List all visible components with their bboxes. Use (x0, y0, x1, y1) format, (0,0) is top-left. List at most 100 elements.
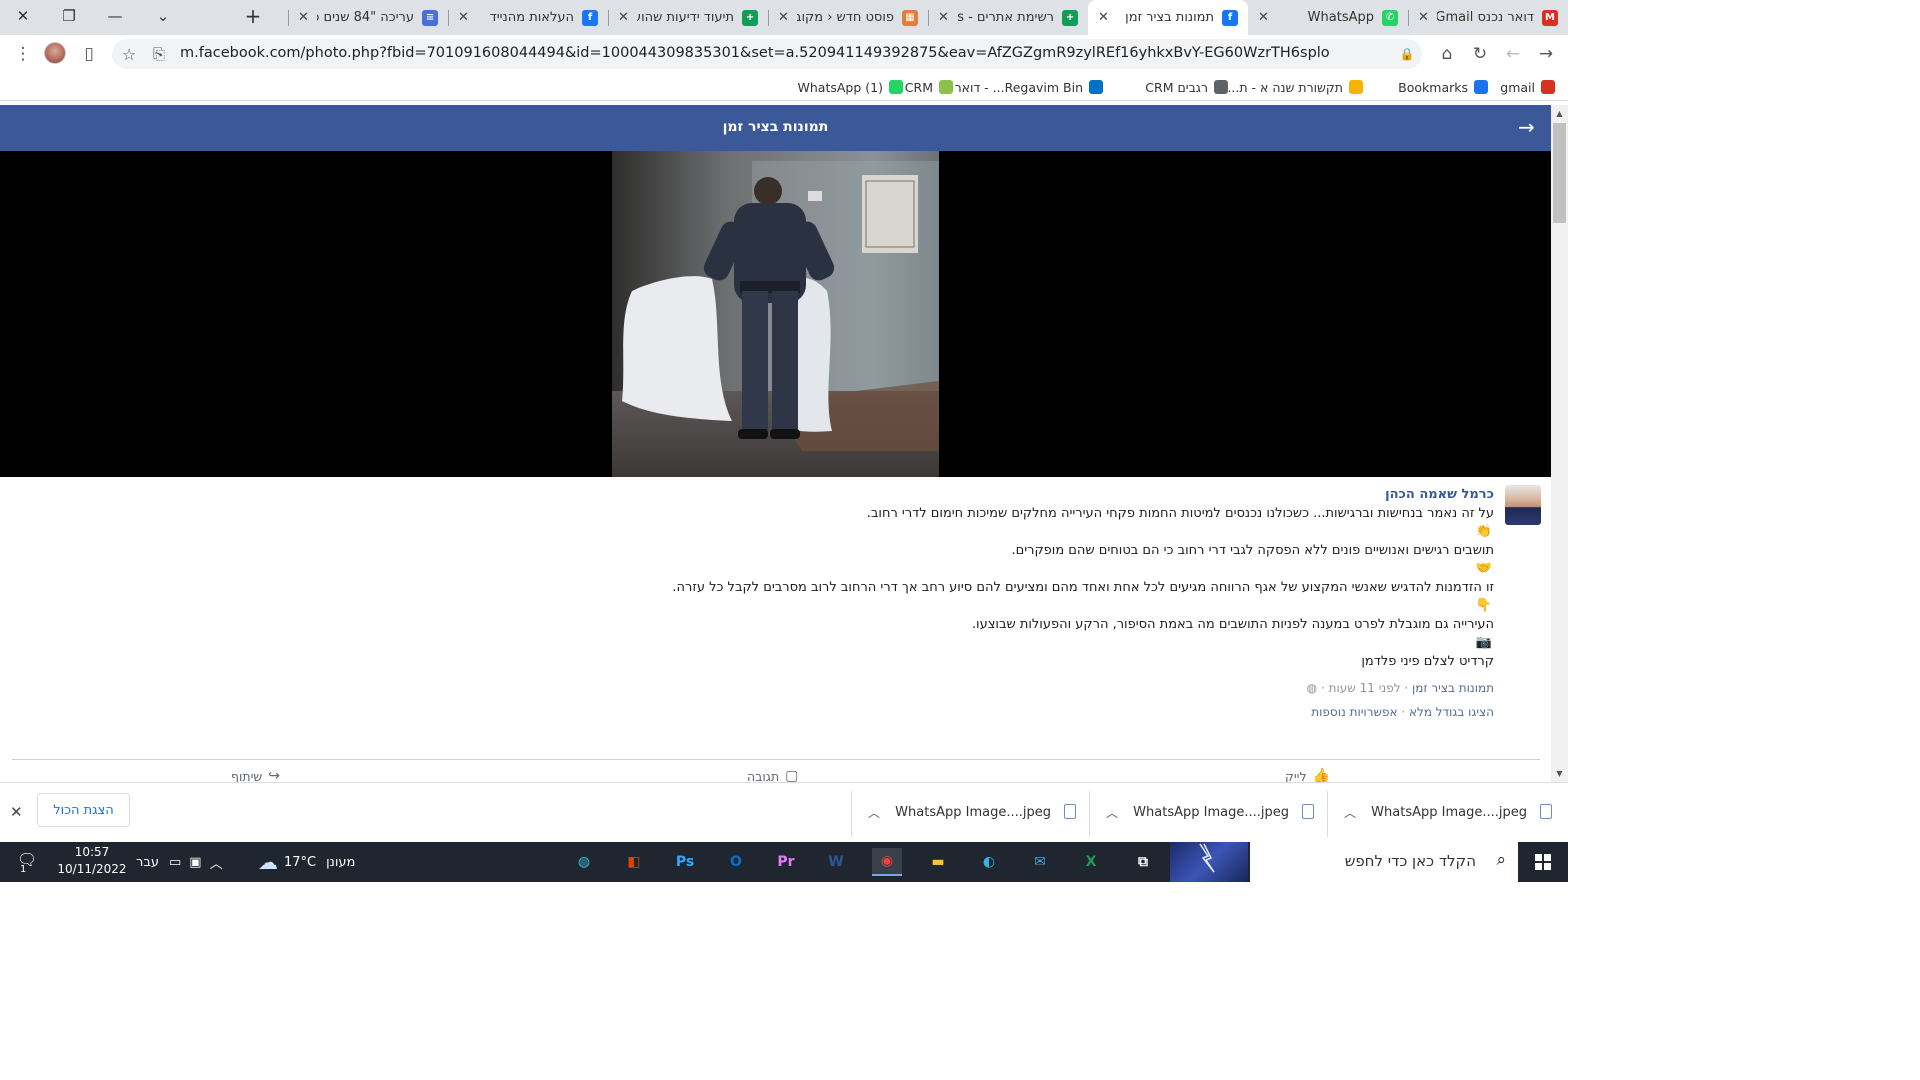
photo-illustration (612, 151, 939, 477)
bookmark-item[interactable]: תקשורת שנה א - ת... (1227, 78, 1363, 96)
scroll-up-icon[interactable]: ▲ (1551, 105, 1568, 122)
chevron-up-icon[interactable]: ︿ (868, 804, 880, 821)
forward-icon[interactable]: ← (1498, 39, 1528, 69)
outlook-app-icon[interactable]: O (721, 848, 751, 876)
close-tab-icon[interactable]: ✕ (1098, 10, 1109, 25)
post-time[interactable]: לפני 11 שעות (1329, 681, 1401, 695)
show-all-downloads-button[interactable]: הצגת הכול (37, 793, 130, 827)
tab-search-icon[interactable]: ⌄ (140, 0, 186, 32)
lock-icon[interactable]: 🔒 (1392, 39, 1422, 69)
browser-tab[interactable]: f העלאות מהנייד ✕ (448, 0, 608, 35)
globe-app-app-icon[interactable]: ◍ (569, 848, 599, 876)
close-window-icon[interactable]: ✕ (0, 0, 46, 32)
scroll-thumb[interactable] (1553, 123, 1566, 223)
language-indicator[interactable]: עבר (136, 855, 159, 870)
minimize-window-icon[interactable]: — (92, 0, 138, 32)
close-tab-icon[interactable]: ✕ (938, 10, 949, 25)
side-panel-icon[interactable]: ▯ (74, 39, 104, 69)
browser-tab[interactable]: M דואר נכנס Gmail ✕ (1408, 0, 1568, 35)
tab-title: WhatsApp (1307, 10, 1374, 25)
download-item[interactable]: ︿ WhatsApp Image....jpeg (1327, 791, 1564, 837)
word-app-icon[interactable]: W (821, 848, 851, 876)
tab-title: תיעוד ידיעות שהוע (636, 10, 734, 25)
full-size-link[interactable]: הציגו בגודל מלא (1409, 705, 1494, 719)
taskbar-clock[interactable]: 10:57 10/11/2022 (55, 844, 129, 878)
bookmark-item[interactable]: Regavim Bin... - דואר (955, 78, 1103, 96)
close-tab-icon[interactable]: ✕ (298, 10, 309, 25)
page-title: תמונות בציר זמן (722, 119, 829, 135)
author-avatar[interactable] (1505, 485, 1541, 525)
post-photo[interactable] (612, 151, 939, 477)
start-button[interactable] (1518, 842, 1568, 882)
download-filename: WhatsApp Image....jpeg (895, 805, 1051, 820)
bookmark-item[interactable]: רגבים CRM (1145, 78, 1228, 96)
close-tab-icon[interactable]: ✕ (458, 10, 469, 25)
meet-now-icon[interactable]: ▣ (189, 855, 201, 870)
reload-icon[interactable]: ↻ (1465, 39, 1495, 69)
close-tab-icon[interactable]: ✕ (778, 10, 789, 25)
close-downloads-icon[interactable]: ✕ (10, 803, 23, 821)
sheets-icon: + (1062, 9, 1078, 26)
office-app-icon[interactable]: ◧ (619, 848, 649, 876)
windows-taskbar: ⌕ הקלד כאן כדי לחפש ⧉ X ✉ ◐ ▬ ◉ W Pr O Ps ◧ ◍ ☁ 17°… (0, 842, 1568, 882)
chevron-up-icon[interactable]: ︿ (1344, 804, 1356, 821)
photoshop-app-icon[interactable]: Ps (670, 848, 700, 876)
bookmark-item[interactable]: (1) WhatsApp (798, 78, 903, 96)
post-text-line: העירייה גם מוגבלת לפרט במענה לפניות התוש… (971, 617, 1494, 632)
post-links: הציגו בגודל מלא · אפשרויות נוספות (1311, 705, 1494, 719)
browser-tab[interactable]: ✆ WhatsApp ✕ (1248, 0, 1408, 35)
profile-avatar[interactable] (44, 42, 66, 64)
browser-tab[interactable]: + רשימת אתרים - s ✕ (928, 0, 1088, 35)
whatsapp-icon: ✆ (1382, 9, 1398, 26)
file-explorer-app-icon[interactable]: ▬ (923, 848, 953, 876)
weather-temp: 17°C (284, 854, 317, 870)
back-arrow-icon[interactable]: → (1518, 115, 1535, 139)
facebook-icon: f (1222, 9, 1238, 26)
bookmark-label: תקשורת שנה א - ת... (1227, 79, 1343, 95)
download-item[interactable]: ︿ WhatsApp Image....jpeg (851, 791, 1088, 837)
new-tab-button[interactable]: + (230, 0, 276, 32)
meta-separator: · (1320, 681, 1325, 695)
close-tab-icon[interactable]: ✕ (1418, 10, 1429, 25)
battery-icon[interactable]: ▭ (169, 855, 181, 870)
mail-app-icon[interactable]: ✉ (1025, 848, 1055, 876)
browser-tab[interactable]: ≡ עריכה "84 שנים כ ✕ (288, 0, 448, 35)
back-icon[interactable]: → (1531, 39, 1561, 69)
task-view-app-icon[interactable]: ⧉ (1128, 848, 1158, 876)
browser-tab[interactable]: ▦ פוסט חדש ‹ מקוב ✕ (768, 0, 928, 35)
taskbar-search-box[interactable]: ⌕ הקלד כאן כדי לחפש (1250, 842, 1518, 882)
url-text[interactable]: m.facebook.com/photo.php?fbid=7010916080… (180, 45, 1330, 61)
chevron-up-icon[interactable]: ︿ (210, 853, 223, 872)
restore-window-icon[interactable]: ❐ (46, 0, 92, 32)
chrome-app-icon[interactable]: ◉ (872, 848, 902, 876)
install-app-icon[interactable]: ⎘ (144, 39, 174, 69)
author-name[interactable]: כרמל שאמה הכהן (1385, 487, 1494, 502)
close-tab-icon[interactable]: ✕ (618, 10, 629, 25)
home-icon[interactable]: ⌂ (1432, 39, 1462, 69)
excel-app-icon[interactable]: X (1076, 848, 1106, 876)
download-item[interactable]: ︿ WhatsApp Image....jpeg (1089, 791, 1326, 837)
clap-emoji-icon: 👏 (1475, 524, 1492, 539)
widgets-thumbnail[interactable] (1170, 842, 1248, 882)
address-bar[interactable]: ☆ ⎘ m.facebook.com/photo.php?fbid=701091… (112, 39, 1422, 69)
browser-tab[interactable]: + תיעוד ידיעות שהוע ✕ (608, 0, 768, 35)
close-tab-icon[interactable]: ✕ (1258, 10, 1269, 25)
bookmark-item[interactable]: Bookmarks (1398, 78, 1488, 96)
page-scrollbar[interactable]: ▲ ▼ (1551, 105, 1568, 782)
album-link[interactable]: תמונות בציר זמן (1412, 681, 1494, 695)
weather-widget[interactable]: ☁ 17°C מעונן (258, 842, 355, 882)
file-icon (1064, 804, 1076, 819)
gmail-icon: M (1542, 9, 1558, 26)
bookmark-star-icon[interactable]: ☆ (114, 39, 144, 69)
bookmark-item[interactable]: CRM (905, 78, 953, 96)
menu-kebab-icon[interactable]: ⋮ (8, 39, 38, 69)
premiere-app-icon[interactable]: Pr (771, 848, 801, 876)
bookmark-item[interactable]: gmail (1500, 78, 1555, 96)
edge-app-icon[interactable]: ◐ (974, 848, 1004, 876)
download-filename: WhatsApp Image....jpeg (1371, 805, 1527, 820)
chevron-up-icon[interactable]: ︿ (1106, 804, 1118, 821)
scroll-down-icon[interactable]: ▼ (1551, 765, 1568, 782)
system-tray: עבר ▭ ▣ ︿ (136, 842, 223, 882)
more-options-link[interactable]: אפשרויות נוספות (1311, 705, 1397, 719)
browser-tab[interactable]: f תמונות בציר זמן ✕ (1088, 0, 1248, 35)
